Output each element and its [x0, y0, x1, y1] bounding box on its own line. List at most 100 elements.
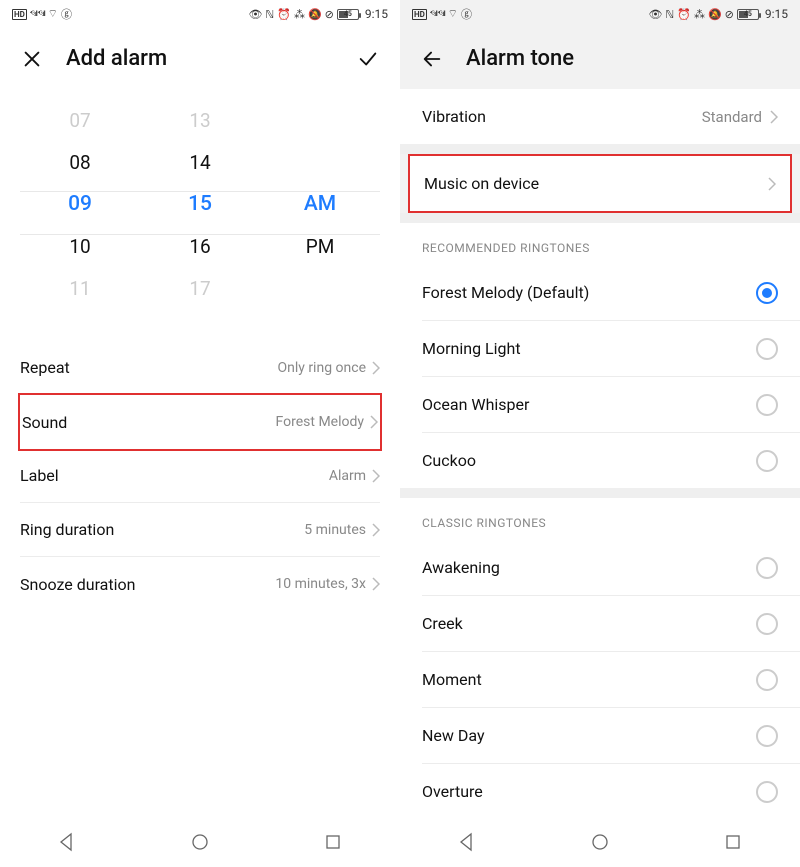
row-label: Ring duration — [20, 520, 304, 539]
battery-indicator: 45 — [337, 9, 359, 20]
row-snooze-duration[interactable]: Snooze duration 10 minutes, 3x — [20, 557, 380, 611]
radio-unselected[interactable] — [756, 338, 778, 360]
hd-badge: HD — [12, 9, 27, 20]
mute-icon: 🔕 — [708, 8, 722, 21]
status-time: 9:15 — [765, 7, 788, 21]
radio-unselected[interactable] — [756, 725, 778, 747]
highlight-sound: Sound Forest Melody — [18, 393, 382, 451]
chevron-right-icon — [372, 523, 380, 537]
signal-icon: ⁴ᴳ.ıll ⁴ᴳ.ıll — [430, 10, 445, 18]
time-picker[interactable]: 07 08 09 10 11 13 14 15 16 17 AM PM — [0, 89, 400, 319]
ringtone-item[interactable]: Cuckoo — [400, 433, 800, 488]
eye-icon: 👁 — [248, 8, 262, 21]
back-button[interactable] — [420, 47, 444, 71]
picker-hours[interactable]: 07 08 09 10 11 — [20, 99, 140, 309]
bluetooth-icon: ⁂ — [694, 8, 705, 21]
wifi-icon: ⌔ — [448, 7, 458, 21]
row-label: Snooze duration — [20, 575, 275, 594]
row-sound[interactable]: Sound Forest Melody — [22, 395, 378, 449]
row-vibration[interactable]: Vibration Standard — [400, 89, 800, 144]
status-bar: HD ⁴ᴳ.ıll ⁴ᴳ.ıll ⌔ ⓖ 👁 ℕ ⏰ ⁂ 🔕 ⊘ 45 9:15 — [400, 0, 800, 28]
nav-home[interactable] — [189, 831, 211, 853]
row-value: 10 minutes, 3x — [275, 576, 366, 592]
nav-back[interactable] — [456, 831, 478, 853]
nav-recent[interactable] — [322, 831, 344, 853]
screen-alarm-tone: HD ⁴ᴳ.ıll ⁴ᴳ.ıll ⌔ ⓖ 👁 ℕ ⏰ ⁂ 🔕 ⊘ 45 9:15… — [400, 0, 800, 867]
header: Add alarm — [0, 28, 400, 89]
radio-unselected[interactable] — [756, 557, 778, 579]
ringtone-item[interactable]: Moment — [400, 652, 800, 707]
picker-minutes[interactable]: 13 14 15 16 17 — [140, 99, 260, 309]
picker-hour-item[interactable]: 10 — [69, 225, 90, 267]
row-label: Music on device — [424, 174, 768, 193]
picker-minute-selected[interactable]: 15 — [188, 183, 212, 225]
picker-hour-selected[interactable]: 09 — [68, 183, 92, 225]
nfc-icon: ℕ — [665, 8, 674, 21]
page-title: Add alarm — [66, 46, 167, 71]
picker-minute-item[interactable]: 17 — [189, 267, 210, 309]
status-time: 9:15 — [365, 7, 388, 21]
ringtone-item[interactable]: Awakening — [400, 540, 800, 595]
row-value: 5 minutes — [304, 522, 366, 538]
status-bar: HD ⁴ᴳ.ıll ⁴ᴳ.ıll ⌔ ⓖ 👁 ℕ ⏰ ⁂ 🔕 ⊘ 45 9:15 — [0, 0, 400, 28]
ringtone-item[interactable]: Creek — [400, 596, 800, 651]
ringtone-label: Moment — [422, 670, 756, 689]
picker-hour-item[interactable]: 07 — [69, 99, 90, 141]
radio-unselected[interactable] — [756, 669, 778, 691]
bluetooth-icon: ⁂ — [294, 8, 305, 21]
picker-hour-item[interactable]: 08 — [69, 141, 90, 183]
section-header-recommended: RECOMMENDED RINGTONES — [400, 223, 800, 265]
ringtone-label: Overture — [422, 782, 756, 801]
row-label-setting[interactable]: Label Alarm — [20, 449, 380, 503]
ringtone-item[interactable]: Overture — [400, 764, 800, 819]
radio-selected[interactable] — [756, 282, 778, 304]
row-label: Sound — [22, 413, 276, 432]
row-ring-duration[interactable]: Ring duration 5 minutes — [20, 503, 380, 557]
nav-recent[interactable] — [722, 831, 744, 853]
chevron-right-icon — [372, 469, 380, 483]
wifi-icon: ⌔ — [48, 7, 58, 21]
radio-unselected[interactable] — [756, 613, 778, 635]
picker-pm[interactable]: PM — [306, 225, 335, 267]
ringtone-item[interactable]: Morning Light — [400, 321, 800, 376]
signal-icon: ⁴ᴳ.ıll ⁴ᴳ.ıll — [30, 10, 45, 18]
swirl-icon: ⓖ — [61, 6, 72, 22]
screen-add-alarm: HD ⁴ᴳ.ıll ⁴ᴳ.ıll ⌔ ⓖ 👁 ℕ ⏰ ⁂ 🔕 ⊘ 45 9:15… — [0, 0, 400, 867]
row-repeat[interactable]: Repeat Only ring once — [20, 341, 380, 395]
picker-minute-item[interactable]: 13 — [189, 99, 210, 141]
nav-back[interactable] — [56, 831, 78, 853]
chevron-right-icon — [768, 177, 776, 191]
ringtone-label: Creek — [422, 614, 756, 633]
picker-minute-item[interactable]: 14 — [189, 141, 210, 183]
picker-minute-item[interactable]: 16 — [189, 225, 210, 267]
ringtone-label: New Day — [422, 726, 756, 745]
eye-icon: 👁 — [648, 8, 662, 21]
close-icon — [21, 48, 43, 70]
nav-home[interactable] — [589, 831, 611, 853]
ringtone-item[interactable]: Ocean Whisper — [400, 377, 800, 432]
confirm-button[interactable] — [356, 47, 380, 71]
header: Alarm tone — [400, 28, 800, 89]
ringtone-item[interactable]: Forest Melody (Default) — [400, 265, 800, 320]
close-button[interactable] — [20, 47, 44, 71]
chevron-right-icon — [372, 361, 380, 375]
row-label: Vibration — [422, 107, 702, 126]
alarm-icon: ⏰ — [277, 8, 291, 21]
picker-am[interactable]: AM — [304, 183, 336, 225]
battery-indicator: 45 — [737, 9, 759, 20]
ringtone-label: Morning Light — [422, 339, 756, 358]
ringtone-label: Forest Melody (Default) — [422, 283, 756, 302]
page-title: Alarm tone — [466, 46, 574, 71]
ringtone-item[interactable]: New Day — [400, 708, 800, 763]
ringtone-label: Cuckoo — [422, 451, 756, 470]
radio-unselected[interactable] — [756, 394, 778, 416]
row-label: Label — [20, 466, 329, 485]
radio-unselected[interactable] — [756, 781, 778, 803]
section-header-classic: CLASSIC RINGTONES — [400, 498, 800, 540]
radio-unselected[interactable] — [756, 450, 778, 472]
nodata-icon: ⊘ — [725, 8, 734, 21]
picker-ampm[interactable]: AM PM — [260, 99, 380, 309]
picker-hour-item[interactable]: 11 — [69, 267, 90, 309]
alarm-settings: Repeat Only ring once Sound Forest Melod… — [0, 321, 400, 611]
row-music-on-device[interactable]: Music on device — [410, 156, 790, 211]
